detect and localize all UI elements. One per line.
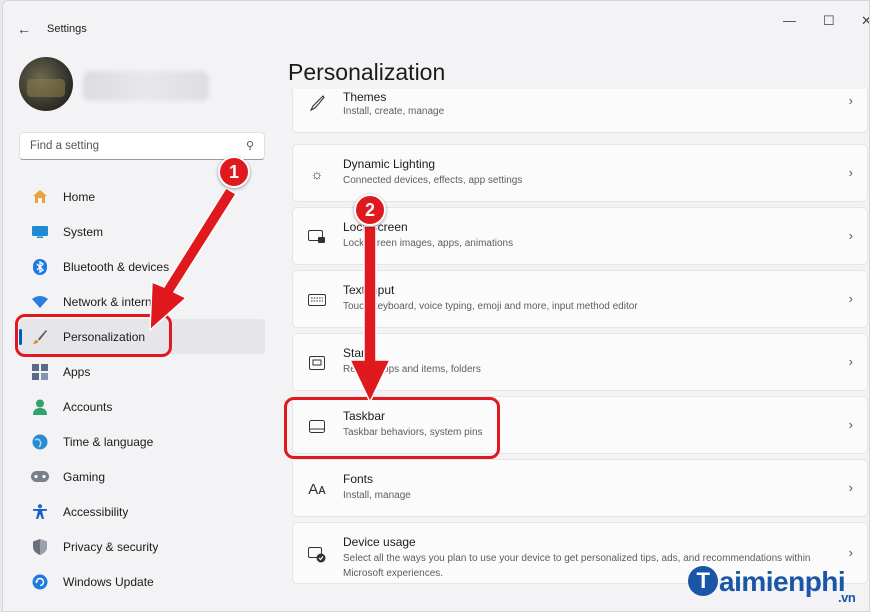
sidebar-item-label: Gaming <box>63 469 106 484</box>
app-title: Settings <box>47 23 87 35</box>
sidebar-item-bluetooth[interactable]: Bluetooth & devices <box>19 249 265 284</box>
chevron-right-icon: › <box>848 165 853 180</box>
card-dynamic-lighting[interactable]: ☼ Dynamic Lighting Connected devices, ef… <box>292 144 868 202</box>
lighting-icon: ☼ <box>310 166 324 182</box>
maximize-button[interactable]: ☐ <box>823 13 835 29</box>
brush-pen-icon <box>307 93 327 113</box>
gamepad-icon <box>31 468 49 486</box>
step-1-badge: 1 <box>218 156 250 188</box>
lock-screen-icon <box>307 227 327 247</box>
settings-window: ← Settings — ☐ ✕ ⚲ Home System Bluetooth… <box>2 0 870 612</box>
chevron-right-icon: › <box>848 291 853 306</box>
title-bar: ← Settings — ☐ ✕ <box>3 1 869 41</box>
sidebar-item-label: Accessibility <box>63 504 129 519</box>
sidebar-item-system[interactable]: System <box>19 214 265 249</box>
fonts-icon: Aᴀ <box>308 480 326 498</box>
sidebar-item-label: Accounts <box>63 399 113 414</box>
card-subtitle: Install, manage <box>343 490 411 501</box>
chevron-right-icon: › <box>848 228 853 243</box>
sidebar-item-accounts[interactable]: Accounts <box>19 389 265 424</box>
sidebar-item-apps[interactable]: Apps <box>19 354 265 389</box>
card-title: Themes <box>343 90 387 104</box>
system-icon <box>31 223 49 241</box>
chevron-right-icon: › <box>848 480 853 495</box>
sidebar-item-accessibility[interactable]: Accessibility <box>19 494 265 529</box>
watermark-logo: Taimienphi .vn <box>688 566 856 605</box>
sidebar-item-label: Network & internet <box>63 294 162 309</box>
chevron-right-icon: › <box>848 417 853 432</box>
chevron-right-icon: › <box>848 93 853 108</box>
globe-icon <box>31 433 49 451</box>
keyboard-icon <box>307 290 327 310</box>
accounts-icon <box>31 398 49 416</box>
step-2-badge: 2 <box>354 194 386 226</box>
chevron-right-icon: › <box>848 354 853 369</box>
sidebar-item-time-language[interactable]: Time & language <box>19 424 265 459</box>
search-icon[interactable]: ⚲ <box>246 139 254 152</box>
sidebar-item-privacy[interactable]: Privacy & security <box>19 529 265 564</box>
update-icon <box>31 573 49 591</box>
home-icon <box>31 188 49 206</box>
user-name-blurred <box>83 71 209 101</box>
card-subtitle: Lock screen images, apps, animations <box>343 238 514 249</box>
card-text-input[interactable]: Text input Touch keyboard, voice typing,… <box>292 270 868 328</box>
watermark-suffix: .vn <box>838 590 856 605</box>
card-start[interactable]: Start Recent apps and items, folders › <box>292 333 868 391</box>
sidebar-item-label: Windows Update <box>63 574 154 589</box>
sidebar-item-label: Home <box>63 189 96 204</box>
watermark-initial: T <box>688 566 718 596</box>
card-subtitle: Connected devices, effects, app settings <box>343 175 523 186</box>
card-fonts[interactable]: Aᴀ Fonts Install, manage › <box>292 459 868 517</box>
chevron-right-icon: › <box>848 545 853 560</box>
card-subtitle: Recent apps and items, folders <box>343 364 481 375</box>
avatar[interactable] <box>19 57 73 111</box>
sidebar-item-label: Privacy & security <box>63 539 159 554</box>
card-title: Dynamic Lighting <box>343 157 436 171</box>
card-themes[interactable]: Themes Install, create, manage › <box>292 89 868 133</box>
card-title: Fonts <box>343 472 374 486</box>
card-subtitle: Install, create, manage <box>343 106 445 117</box>
bluetooth-icon <box>31 258 49 276</box>
minimize-button[interactable]: — <box>783 13 796 28</box>
accessibility-icon <box>31 503 49 521</box>
search-input[interactable] <box>20 133 230 159</box>
watermark-text: aimienphi <box>719 566 846 597</box>
sidebar-nav: Home System Bluetooth & devices Network … <box>19 179 265 599</box>
close-button[interactable]: ✕ <box>861 13 869 29</box>
sidebar-item-label: Bluetooth & devices <box>63 259 170 274</box>
sidebar-item-windows-update[interactable]: Windows Update <box>19 564 265 599</box>
sidebar-item-label: Apps <box>63 364 91 379</box>
card-title: Text input <box>343 283 395 297</box>
back-arrow-icon[interactable]: ← <box>17 21 31 37</box>
highlight-taskbar <box>284 397 500 459</box>
network-icon <box>31 293 49 311</box>
shield-icon <box>31 538 49 556</box>
page-title: Personalization <box>288 59 446 85</box>
sidebar-item-gaming[interactable]: Gaming <box>19 459 265 494</box>
apps-icon <box>31 363 49 381</box>
card-subtitle: Touch keyboard, voice typing, emoji and … <box>343 301 638 312</box>
card-title: Start <box>343 346 369 360</box>
start-icon <box>307 353 327 373</box>
card-title: Device usage <box>343 535 416 549</box>
device-usage-icon <box>307 545 327 565</box>
highlight-personalization <box>15 314 172 357</box>
sidebar-item-label: Time & language <box>63 434 154 449</box>
sidebar-item-label: System <box>63 224 104 239</box>
